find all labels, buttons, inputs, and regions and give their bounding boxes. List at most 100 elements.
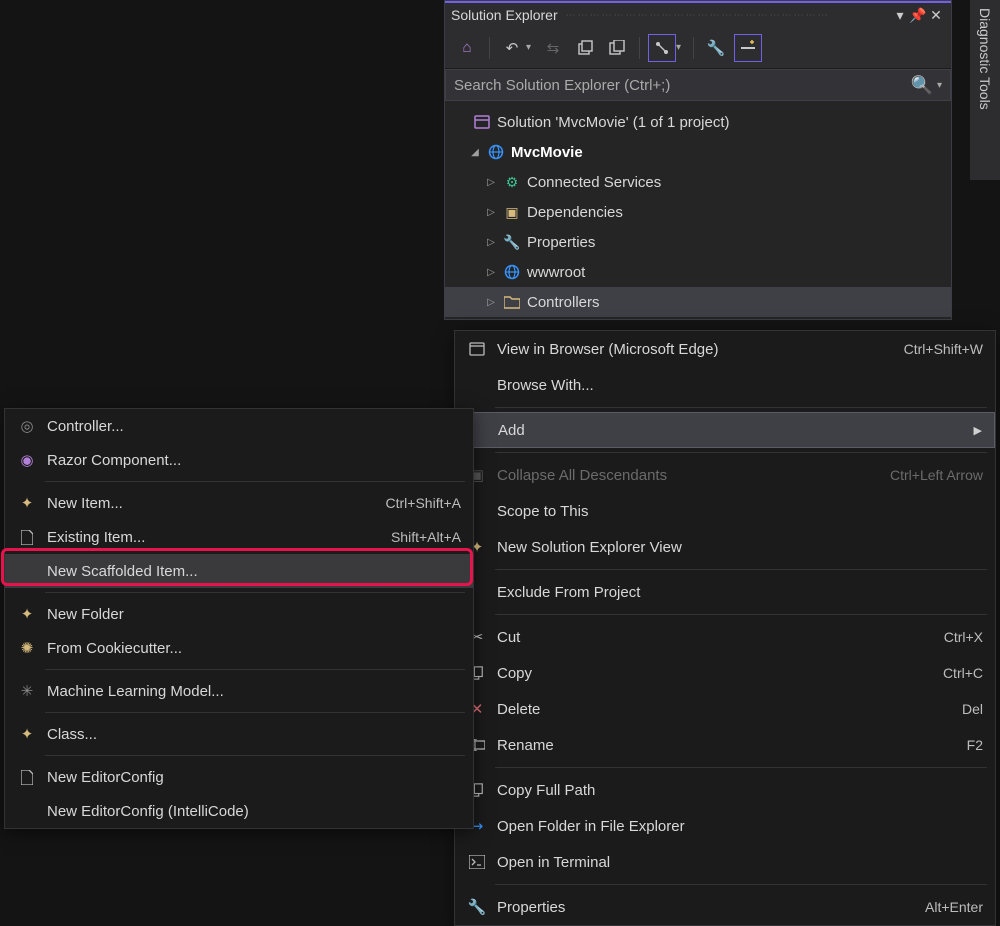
menu-cut[interactable]: ✂ Cut Ctrl+X [455, 619, 995, 655]
file-icon [13, 770, 41, 785]
menu-open-terminal[interactable]: Open in Terminal [455, 844, 995, 880]
tree-item-wwwroot[interactable]: ▷ wwwroot [445, 257, 951, 287]
csharp-project-icon [487, 143, 505, 161]
menu-new-item[interactable]: ✦ New Item... Ctrl+Shift+A [5, 486, 473, 520]
dropdown-icon[interactable]: ▾ [891, 7, 909, 24]
tree-item-connected-services[interactable]: ▷ ⚙ Connected Services [445, 167, 951, 197]
context-menu: View in Browser (Microsoft Edge) Ctrl+Sh… [454, 330, 996, 926]
solution-node[interactable]: Solution 'MvcMovie' (1 of 1 project) [445, 107, 951, 137]
menu-exclude[interactable]: Exclude From Project [455, 574, 995, 610]
menu-label: Open Folder in File Explorer [491, 818, 983, 835]
separator [45, 481, 465, 482]
class-icon: ✦ [13, 725, 41, 743]
search-icon[interactable]: 🔍 [911, 75, 933, 96]
menu-label: Copy [491, 665, 943, 682]
search-input[interactable]: Search Solution Explorer (Ctrl+;) 🔍 ▾ [445, 69, 951, 101]
menu-editorconfig[interactable]: New EditorConfig [5, 760, 473, 794]
history-icon[interactable]: ↶ [498, 34, 526, 62]
expander-icon[interactable]: ▷ [485, 177, 497, 188]
panel-title-text: Solution Explorer [451, 7, 558, 23]
menu-label: Exclude From Project [491, 584, 983, 601]
expander-icon[interactable]: ▷ [485, 297, 497, 308]
tree-label: Properties [527, 234, 595, 251]
chevron-down-icon[interactable]: ▾ [526, 42, 535, 53]
menu-label: New EditorConfig [41, 769, 461, 786]
menu-label: Browse With... [491, 377, 983, 394]
tree-item-dependencies[interactable]: ▷ ▣ Dependencies [445, 197, 951, 227]
menu-scope[interactable]: Scope to This [455, 493, 995, 529]
project-label: MvcMovie [511, 144, 583, 161]
menu-new-scaffolded-item[interactable]: New Scaffolded Item... [5, 554, 473, 588]
menu-label: New Scaffolded Item... [41, 563, 461, 580]
wrench-icon[interactable]: 🔧 [702, 34, 730, 62]
chevron-down-icon[interactable]: ▾ [676, 42, 685, 53]
wrench-icon: 🔧 [463, 898, 491, 916]
menu-label: View in Browser (Microsoft Edge) [491, 341, 904, 358]
menu-copy-path[interactable]: Copy Full Path [455, 772, 995, 808]
menu-label: New EditorConfig (IntelliCode) [41, 803, 461, 820]
expander-icon[interactable]: ◢ [469, 147, 481, 158]
menu-label: Cut [491, 629, 944, 646]
show-all-icon[interactable] [648, 34, 676, 62]
tree-label: Dependencies [527, 204, 623, 221]
solution-icon [473, 113, 491, 131]
menu-copy[interactable]: Copy Ctrl+C [455, 655, 995, 691]
menu-label: Open in Terminal [491, 854, 983, 871]
controller-icon: ◎ [13, 417, 41, 435]
menu-shortcut: Ctrl+C [943, 665, 983, 681]
menu-rename[interactable]: Rename F2 [455, 727, 995, 763]
menu-shortcut: Ctrl+Left Arrow [890, 467, 983, 483]
separator [495, 569, 987, 570]
menu-delete[interactable]: ✕ Delete Del [455, 691, 995, 727]
stack-icon[interactable] [571, 34, 599, 62]
menu-new-folder[interactable]: ✦ New Folder [5, 597, 473, 631]
search-placeholder: Search Solution Explorer (Ctrl+;) [454, 77, 670, 94]
wrench-folder-icon: 🔧 [503, 233, 521, 251]
menu-browse-with[interactable]: Browse With... [455, 367, 995, 403]
close-icon[interactable]: ✕ [927, 7, 945, 24]
connected-services-icon: ⚙ [503, 173, 521, 191]
menu-class[interactable]: ✦ Class... [5, 717, 473, 751]
separator [693, 37, 694, 59]
pin-icon[interactable]: 📌 [909, 7, 927, 24]
panel-toolbar: ⌂ ↶ ▾ ⇆ ▾ 🔧 [445, 27, 951, 69]
tree-item-controllers[interactable]: ▷ Controllers [445, 287, 951, 317]
project-node[interactable]: ◢ MvcMovie [445, 137, 951, 167]
menu-shortcut: Shift+Alt+A [391, 529, 461, 545]
copy-icon[interactable] [603, 34, 631, 62]
home-icon[interactable]: ⌂ [453, 34, 481, 62]
menu-shortcut: Ctrl+Shift+A [386, 495, 461, 511]
menu-existing-item[interactable]: Existing Item... Shift+Alt+A [5, 520, 473, 554]
menu-razor-component[interactable]: ◉ Razor Component... [5, 443, 473, 477]
separator [45, 592, 465, 593]
menu-open-folder[interactable]: ↪ Open Folder in File Explorer [455, 808, 995, 844]
menu-label: Scope to This [491, 503, 983, 520]
solution-label: Solution 'MvcMovie' (1 of 1 project) [497, 114, 730, 131]
preview-icon[interactable] [734, 34, 762, 62]
panel-titlebar[interactable]: Solution Explorer ⋯⋯⋯⋯⋯⋯⋯⋯⋯⋯⋯⋯⋯⋯⋯⋯⋯⋯⋯⋯⋯⋯… [445, 1, 951, 27]
forward-icon[interactable]: ⇆ [539, 34, 567, 62]
diagnostic-tools-tab[interactable]: Diagnostic Tools [970, 0, 1000, 180]
expander-icon[interactable]: ▷ [485, 207, 497, 218]
add-submenu: ◎ Controller... ◉ Razor Component... ✦ N… [4, 408, 474, 829]
menu-ml-model[interactable]: ✳ Machine Learning Model... [5, 674, 473, 708]
expander-icon[interactable]: ▷ [485, 237, 497, 248]
menu-editorconfig-intellicode[interactable]: New EditorConfig (IntelliCode) [5, 794, 473, 828]
expander-icon[interactable]: ▷ [485, 267, 497, 278]
new-file-icon: ✦ [13, 494, 41, 512]
menu-label: Class... [41, 726, 461, 743]
menu-add[interactable]: Add ▶ [455, 412, 995, 448]
menu-shortcut: Ctrl+Shift+W [904, 341, 983, 357]
tree-label: wwwroot [527, 264, 585, 281]
chevron-down-icon[interactable]: ▾ [937, 80, 942, 91]
menu-cookiecutter[interactable]: ✺ From Cookiecutter... [5, 631, 473, 665]
tree-item-properties[interactable]: ▷ 🔧 Properties [445, 227, 951, 257]
razor-icon: ◉ [13, 451, 41, 469]
file-icon [13, 530, 41, 545]
menu-controller[interactable]: ◎ Controller... [5, 409, 473, 443]
menu-properties[interactable]: 🔧 Properties Alt+Enter [455, 889, 995, 925]
menu-shortcut: F2 [967, 737, 983, 753]
menu-label: Delete [491, 701, 962, 718]
menu-view-in-browser[interactable]: View in Browser (Microsoft Edge) Ctrl+Sh… [455, 331, 995, 367]
menu-new-view[interactable]: ✦ New Solution Explorer View [455, 529, 995, 565]
